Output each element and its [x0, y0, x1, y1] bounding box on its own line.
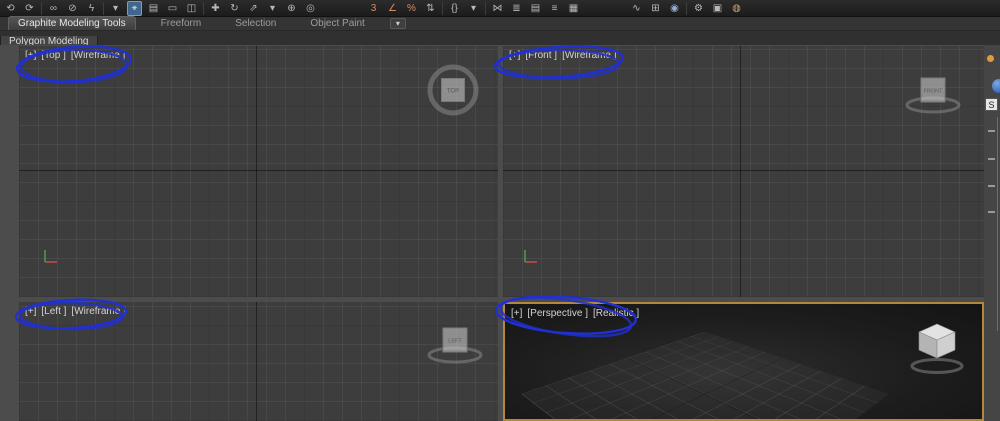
reference-coordinate-dropdown-icon[interactable]: ▾ — [265, 1, 280, 16]
ribbon-overflow-button[interactable]: ▾ — [389, 18, 406, 29]
svg-text:TOP: TOP — [447, 89, 459, 95]
svg-text:LEFT: LEFT — [448, 339, 462, 345]
select-and-manipulate-icon[interactable]: ◎ — [303, 1, 318, 16]
tab-freeform[interactable]: Freeform — [152, 17, 211, 30]
svg-text:FRONT: FRONT — [924, 89, 944, 95]
viewport-shading-menu[interactable]: [Wireframe ] — [562, 50, 616, 61]
toolbar-separator — [686, 1, 687, 15]
grid-axis-vertical — [591, 357, 783, 419]
grid-axis-horizontal — [627, 357, 819, 419]
named-selection-sets-dropdown-icon[interactable]: ▾ — [466, 1, 481, 16]
rollout-dash-icon — [988, 158, 995, 160]
viewcube-icon[interactable] — [907, 318, 967, 376]
toolbar-separator — [442, 1, 443, 15]
sphere-icon[interactable] — [992, 79, 1000, 93]
tab-selection[interactable]: Selection — [226, 17, 285, 30]
grid-axis-vertical — [256, 46, 257, 297]
rollout-dash-icon — [988, 130, 995, 132]
rollout-dash-icon — [988, 211, 995, 213]
viewcube-icon[interactable]: TOP — [425, 62, 481, 118]
s-button[interactable]: S — [985, 98, 998, 111]
grid-axis-horizontal — [19, 170, 498, 171]
schematic-view-icon[interactable]: ⊞ — [648, 1, 663, 16]
pin-icon — [987, 55, 994, 62]
viewport-shading-menu[interactable]: [Realistic ] — [593, 308, 639, 319]
spinner-snap-toggle-icon[interactable]: ⇅ — [423, 1, 438, 16]
bind-to-space-warp-icon[interactable]: ϟ — [84, 1, 99, 16]
tab-object-paint[interactable]: Object Paint — [301, 17, 373, 30]
mirror-icon[interactable]: ⋈ — [490, 1, 505, 16]
rendered-frame-window-icon[interactable]: ▣ — [710, 1, 725, 16]
angle-snap-toggle-icon[interactable]: ∠ — [385, 1, 400, 16]
viewport-pov-menu[interactable]: [Top ] — [41, 50, 65, 61]
select-by-name-icon[interactable]: ▤ — [146, 1, 161, 16]
toolbar-separator — [41, 1, 42, 15]
command-panel-strip: S — [984, 45, 1000, 421]
panel-edge — [997, 117, 998, 331]
viewport-label: [+] [Top ] [Wireframe ] — [25, 50, 125, 61]
undo-icon[interactable]: ⟲ — [3, 1, 18, 16]
unlink-selection-icon[interactable]: ⊘ — [65, 1, 80, 16]
window-crossing-toggle-icon[interactable]: ◫ — [184, 1, 199, 16]
rectangular-selection-region-icon[interactable]: ▭ — [165, 1, 180, 16]
use-pivot-point-icon[interactable]: ⊕ — [284, 1, 299, 16]
viewport-label: [+] [Front ] [Wireframe ] — [509, 50, 617, 61]
axis-tripod-icon — [44, 250, 57, 263]
viewport-pov-menu[interactable]: [Left ] — [41, 306, 66, 317]
axis-tripod-icon — [524, 250, 537, 263]
viewcube-icon[interactable]: FRONT — [901, 70, 965, 116]
toolbar-separator — [485, 1, 486, 15]
viewport-label: [+] [Left ] [Wireframe ] — [25, 306, 126, 317]
grid-axis-vertical — [740, 46, 741, 297]
selection-filter-dropdown-icon[interactable]: ▾ — [108, 1, 123, 16]
viewport-shading-menu[interactable]: [Wireframe ] — [71, 306, 125, 317]
curve-editor-icon[interactable]: ∿ — [629, 1, 644, 16]
select-and-move-icon[interactable]: ✚ — [208, 1, 223, 16]
toggle-scene-explorer-icon[interactable]: ▤ — [528, 1, 543, 16]
select-and-rotate-icon[interactable]: ↻ — [227, 1, 242, 16]
viewport-general-menu[interactable]: [+] — [511, 308, 522, 319]
viewport-perspective[interactable]: [+] [Perspective ] [Realistic ] — [503, 302, 984, 421]
select-and-link-icon[interactable]: ∞ — [46, 1, 61, 16]
edit-named-selection-sets-icon[interactable]: {} — [447, 1, 462, 16]
viewcube-icon[interactable]: LEFT — [423, 320, 487, 366]
rollout-dash-icon — [988, 185, 995, 187]
viewport-general-menu[interactable]: [+] — [25, 50, 36, 61]
3dsmax-window: ⟲ ⟳ ∞ ⊘ ϟ ▾ ⌖ ▤ ▭ ◫ ✚ ↻ ⇗ ▾ ⊕ ◎ 3 ∠% ⇅ {} ▾ ⋈ ≣ ▤ ≡ ▦ ∿ ⊞ ◉ ⚙ ▣ ◍ Graph… — [0, 0, 1000, 421]
material-editor-icon[interactable]: ◉ — [667, 1, 682, 16]
grid-axis-vertical — [256, 302, 257, 421]
viewport-front[interactable]: [+] [Front ] [Wireframe ] FRONT — [503, 46, 984, 297]
ribbon-panel-row: Polygon Modeling — [0, 31, 1000, 50]
viewport-pov-menu[interactable]: [Front ] — [525, 50, 557, 61]
viewport-top[interactable]: [+] [Top ] [Wireframe ] TOP — [19, 46, 498, 297]
toolbar-separator — [103, 1, 104, 15]
redo-icon[interactable]: ⟳ — [22, 1, 37, 16]
viewport-shading-menu[interactable]: [Wireframe ] — [71, 50, 125, 61]
viewport-general-menu[interactable]: [+] — [25, 306, 36, 317]
percent-snap-toggle-icon[interactable]: % — [404, 1, 419, 16]
viewport-general-menu[interactable]: [+] — [509, 50, 520, 61]
tab-graphite-modeling-tools[interactable]: Graphite Modeling Tools — [8, 16, 136, 30]
viewport-left[interactable]: [+] [Left ] [Wireframe ] LEFT — [19, 302, 498, 421]
ribbon-tab-bar: Graphite Modeling Tools Freeform Selecti… — [0, 16, 1000, 31]
grid-axis-horizontal — [503, 170, 984, 171]
select-and-scale-icon[interactable]: ⇗ — [246, 1, 261, 16]
toggle-layer-explorer-icon[interactable]: ≡ — [547, 1, 562, 16]
graphite-ribbon-toggle-icon[interactable]: ▦ — [566, 1, 581, 16]
render-production-icon[interactable]: ◍ — [729, 1, 744, 16]
select-object-icon[interactable]: ⌖ — [127, 0, 142, 16]
align-icon[interactable]: ≣ — [509, 1, 524, 16]
snaps-toggle-icon[interactable]: 3 — [366, 1, 381, 16]
toolbar-separator — [203, 1, 204, 15]
ground-grid — [521, 331, 889, 419]
main-toolbar: ⟲ ⟳ ∞ ⊘ ϟ ▾ ⌖ ▤ ▭ ◫ ✚ ↻ ⇗ ▾ ⊕ ◎ 3 ∠% ⇅ {} ▾ ⋈ ≣ ▤ ≡ ▦ ∿ ⊞ ◉ ⚙ ▣ ◍ — [0, 0, 1000, 17]
viewport-pov-menu[interactable]: [Perspective ] — [527, 308, 588, 319]
viewport-area: [+] [Top ] [Wireframe ] TOP [+] [Front ]… — [0, 45, 984, 421]
viewport-label: [+] [Perspective ] [Realistic ] — [511, 308, 639, 319]
render-setup-icon[interactable]: ⚙ — [691, 1, 706, 16]
